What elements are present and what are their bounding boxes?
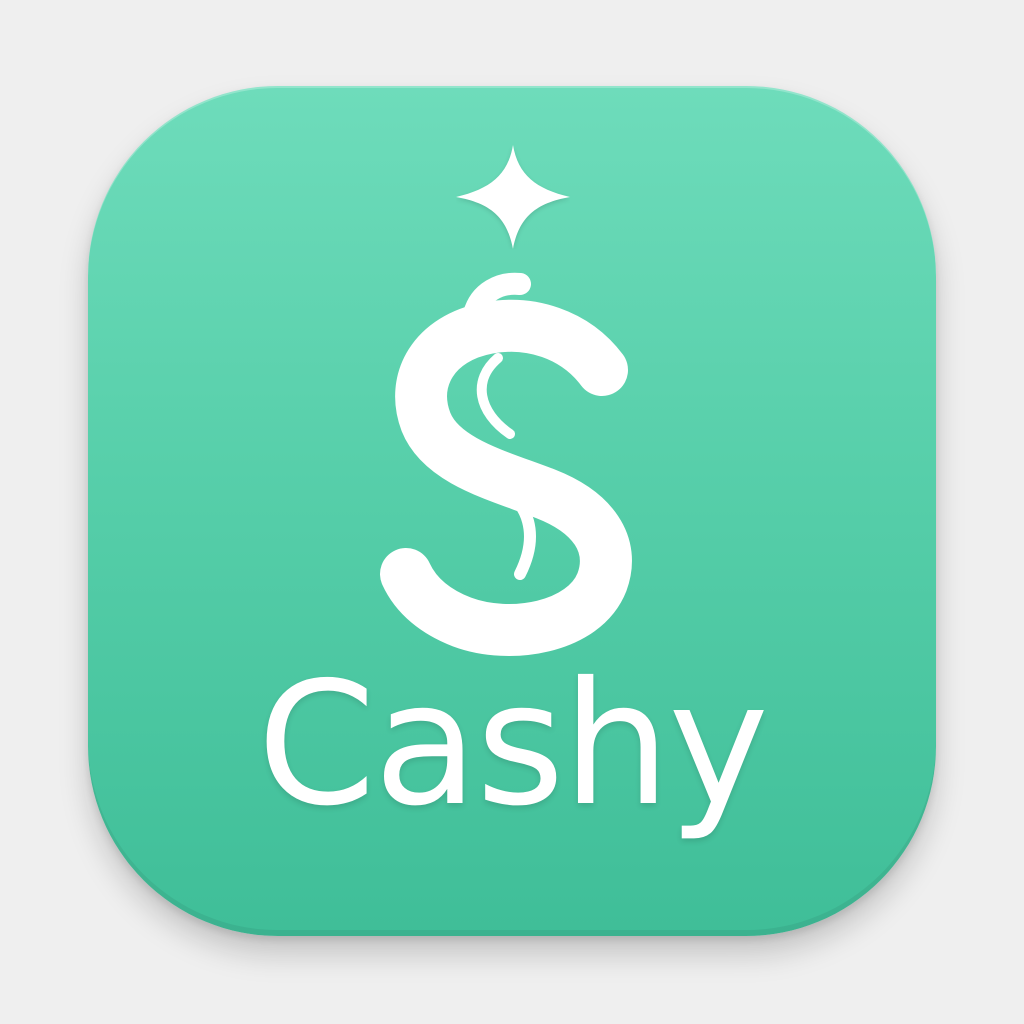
app-name-label: Cashy bbox=[257, 646, 769, 844]
dollar-sign-icon bbox=[380, 272, 632, 656]
sparkle-icon bbox=[456, 145, 570, 249]
